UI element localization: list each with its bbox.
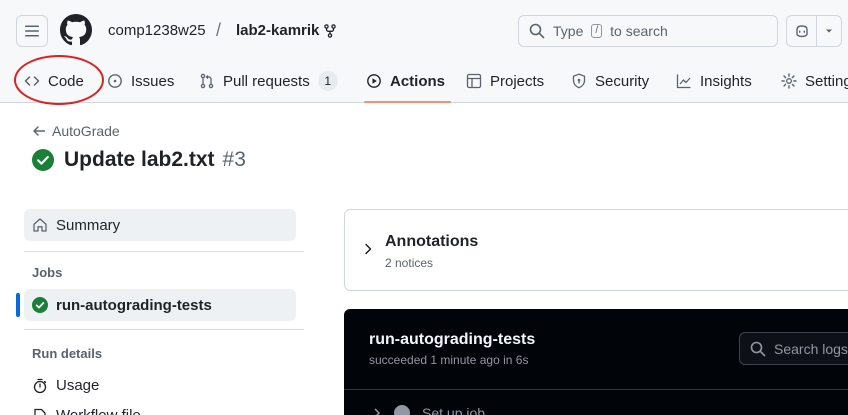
search-icon xyxy=(750,341,766,356)
arrow-left-icon xyxy=(33,126,46,136)
pull-request-icon xyxy=(199,73,215,89)
global-search-input[interactable]: Type / to search xyxy=(518,15,778,47)
tab-insights[interactable]: Insights xyxy=(676,60,752,102)
search-shortcut-key: / xyxy=(591,24,603,38)
tab-security[interactable]: Security xyxy=(571,60,649,102)
log-step-label: Set up job xyxy=(422,405,486,415)
copilot-dropdown-button[interactable] xyxy=(817,26,841,36)
back-to-workflow-link[interactable]: AutoGrade xyxy=(32,123,120,139)
tab-projects[interactable]: Projects xyxy=(466,60,544,102)
log-step-row[interactable]: Set up job xyxy=(372,405,485,415)
shield-icon xyxy=(571,73,587,89)
run-details-heading: Run details xyxy=(32,346,103,361)
jobs-heading: Jobs xyxy=(32,265,63,280)
sidebar-item-label: Workflow file xyxy=(56,407,141,415)
tab-label: Security xyxy=(595,72,650,90)
table-icon xyxy=(466,73,482,89)
success-check-icon xyxy=(32,297,48,313)
issue-icon xyxy=(107,73,123,89)
breadcrumb-repo[interactable]: lab2-kamrik xyxy=(236,22,319,39)
play-icon xyxy=(366,73,382,89)
job-panel-status: succeeded 1 minute ago in 6s xyxy=(369,353,529,367)
job-label: run-autograding-tests xyxy=(56,296,212,314)
run-title: Update lab2.txt #3 xyxy=(32,148,246,172)
chevron-right-icon xyxy=(374,408,381,415)
tab-pull-requests[interactable]: Pull requests 1 xyxy=(199,60,338,102)
tab-settings[interactable]: Settings xyxy=(781,60,848,102)
pull-request-count-badge: 1 xyxy=(317,71,338,91)
hamburger-icon xyxy=(25,25,39,37)
graph-icon xyxy=(676,73,692,89)
tab-label: Actions xyxy=(390,72,446,90)
home-icon xyxy=(33,218,47,232)
sidebar-item-summary[interactable]: Summary xyxy=(24,209,296,241)
breadcrumb-separator: / xyxy=(216,20,222,40)
copilot-button[interactable] xyxy=(787,16,817,46)
tab-issues[interactable]: Issues xyxy=(107,60,174,102)
sidebar-item-usage[interactable]: Usage xyxy=(32,377,99,394)
tab-label: Issues xyxy=(131,72,175,90)
chevron-right-icon xyxy=(365,243,372,255)
sidebar-divider xyxy=(24,251,304,252)
annotations-title: Annotations xyxy=(385,233,479,250)
sidebar-item-job[interactable]: run-autograding-tests xyxy=(24,289,296,321)
job-log-panel: run-autograding-tests succeeded 1 minute… xyxy=(344,309,848,415)
tab-actions[interactable]: Actions xyxy=(363,60,452,103)
selected-job-indicator xyxy=(16,293,20,317)
repo-nav-tabs: Code Issues Pull requests 1 Actions Proj… xyxy=(0,60,848,103)
run-number: #3 xyxy=(222,148,246,171)
sidebar-item-label: Usage xyxy=(56,377,100,394)
gear-icon xyxy=(781,73,797,89)
tab-label: Projects xyxy=(490,72,545,90)
sidebar-divider xyxy=(24,329,304,330)
job-panel-title: run-autograding-tests xyxy=(369,331,536,348)
fork-icon xyxy=(324,24,336,38)
page-title: Update lab2.txt xyxy=(64,148,215,171)
tab-label: Insights xyxy=(700,72,752,90)
repo-header: comp1238w25 / lab2-kamrik Type / to sear… xyxy=(0,0,848,103)
job-panel-divider xyxy=(344,389,848,390)
copilot-button-group xyxy=(786,15,842,47)
back-link-label: AutoGrade xyxy=(52,123,120,139)
annotations-count: 2 notices xyxy=(385,256,434,270)
stopwatch-icon xyxy=(33,378,47,393)
highlight-annotation-ring xyxy=(14,55,104,105)
search-prefix-text: Type xyxy=(553,23,584,39)
sidebar-item-workflow-file[interactable]: Workflow file xyxy=(32,407,141,415)
success-check-icon xyxy=(32,149,54,171)
breadcrumb-owner[interactable]: comp1238w25 xyxy=(108,22,206,39)
search-icon xyxy=(529,23,545,39)
chevron-down-icon xyxy=(826,29,832,33)
github-logo-icon[interactable] xyxy=(60,14,92,46)
search-logs-input[interactable]: Search logs xyxy=(739,332,848,365)
search-suffix-text: to search xyxy=(610,23,668,39)
search-logs-placeholder: Search logs xyxy=(774,340,848,357)
hamburger-menu-button[interactable] xyxy=(16,15,48,47)
annotations-card[interactable]: Annotations 2 notices xyxy=(344,209,848,291)
copilot-icon xyxy=(795,25,808,38)
tab-label: Settings xyxy=(805,72,848,90)
file-icon xyxy=(34,408,46,415)
step-status-icon xyxy=(394,405,410,415)
sidebar-item-label: Summary xyxy=(56,216,121,234)
tab-label: Pull requests xyxy=(223,72,310,90)
